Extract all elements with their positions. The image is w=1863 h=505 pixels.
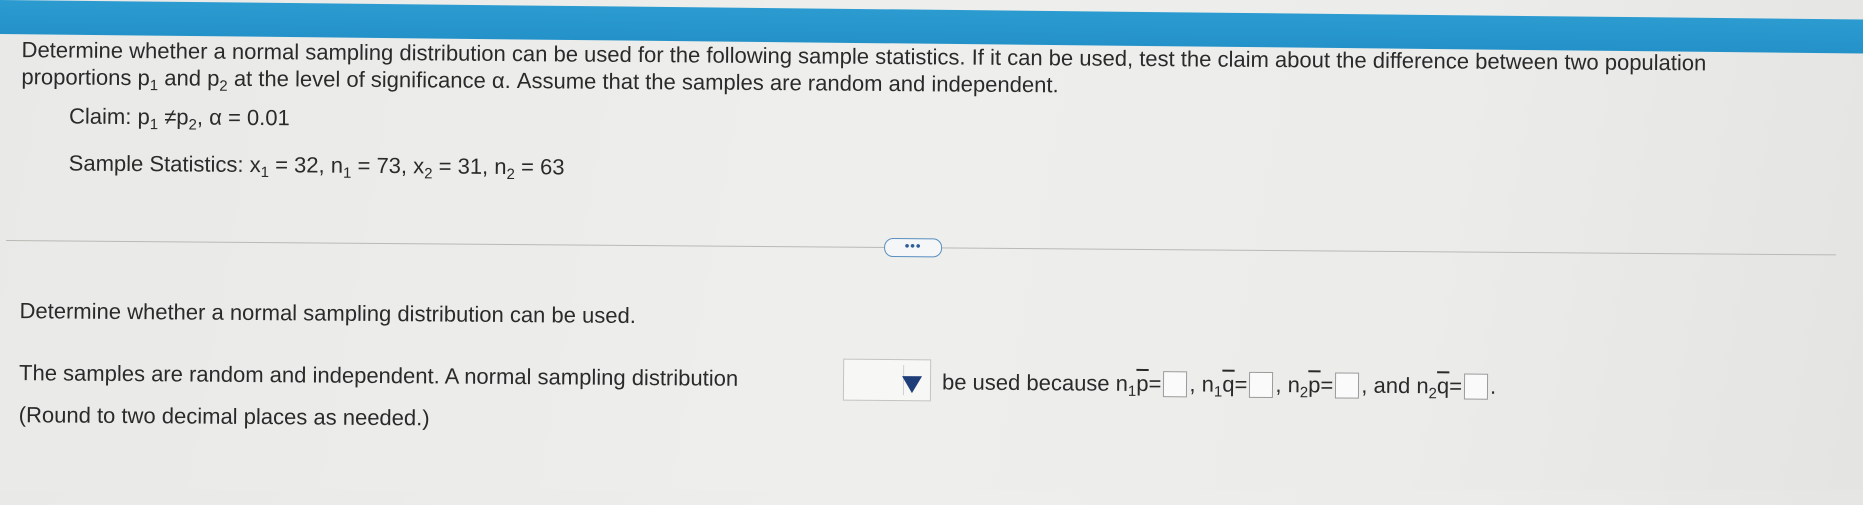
rounding-instruction: (Round to two decimal places as needed.) [18,402,430,431]
claim-line: Claim: p1 ≠p2, α = 0.01 [68,103,290,134]
answer-text-right: be used because n1p=, n1q=, n2p=, and n2… [941,369,1497,403]
n1q-input[interactable] [1249,371,1274,399]
expand-more-button[interactable]: ••• [884,237,943,258]
problem-statement: Determine whether a normal sampling dist… [21,37,1707,98]
dropdown-arrow-box[interactable] [901,365,929,396]
sub-question: Determine whether a normal sampling dist… [19,298,636,329]
question-panel: Determine whether a normal sampling dist… [0,0,1863,505]
answer-text-left: The samples are random and independent. … [18,360,739,391]
dropdown-arrow-icon [901,376,923,394]
n2p-input[interactable] [1335,372,1360,399]
n2q-input[interactable] [1463,373,1489,400]
n1p-input[interactable] [1163,371,1188,398]
sample-statistics-line: Sample Statistics: x1 = 32, n1 = 73, x2 … [68,150,565,184]
can-cannot-dropdown[interactable] [842,358,932,402]
